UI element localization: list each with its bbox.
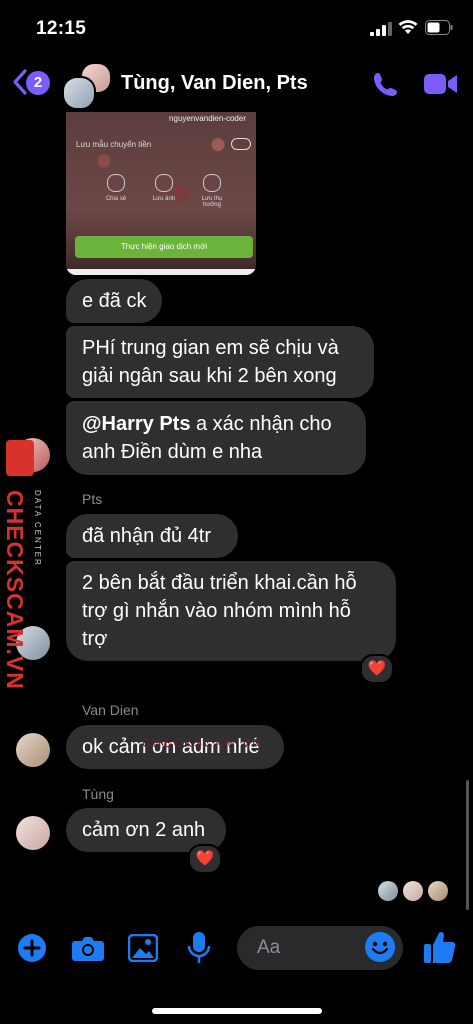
message-bubble[interactable]: e đã ck (66, 279, 163, 323)
phone-call-icon[interactable] (372, 70, 400, 98)
receipt-action-share: Chia sẻ (96, 174, 136, 202)
message-bubble[interactable]: 2 bên bắt đầu triển khai.cần hỗ trợ gì n… (66, 561, 396, 661)
chat-title[interactable]: Tùng, Van Dien, Pts (121, 72, 308, 95)
message-bubble[interactable]: đã nhận đủ 4tr (66, 514, 238, 558)
person-icon (203, 174, 221, 192)
heart-reaction[interactable]: ❤️ (188, 844, 222, 874)
heart-reaction[interactable]: ❤️ (360, 654, 394, 684)
thumbs-up-icon[interactable] (424, 930, 456, 964)
message-bubble[interactable]: @Harry Pts a xác nhận cho anh Điền dùm e… (66, 401, 366, 475)
chat-header: 2 Tùng, Van Dien, Pts (0, 58, 473, 110)
share-icon (107, 174, 125, 192)
wifi-icon (398, 20, 418, 34)
avatar[interactable] (16, 816, 50, 850)
cellular-signal-icon (370, 22, 392, 36)
receipt-action-save-image: Lưu ảnh (144, 174, 184, 202)
watermark-brand: CHECKSCAM.VN (2, 490, 28, 690)
camera-icon (155, 174, 173, 192)
message-bubble[interactable]: PHí trung gian em sẽ chịu và giải ngân s… (66, 326, 374, 398)
home-indicator[interactable] (152, 1008, 322, 1014)
sender-name: Tùng (82, 786, 114, 802)
microphone-icon[interactable] (187, 932, 211, 964)
group-avatar-member-2 (62, 76, 96, 110)
watermark-shield-icon (6, 440, 34, 476)
seen-avatar (403, 881, 423, 901)
gallery-icon[interactable] (128, 934, 158, 962)
group-avatar[interactable] (62, 62, 112, 110)
plus-icon[interactable] (18, 934, 46, 962)
message-text: e đã ck (82, 290, 147, 312)
receipt-new-transaction-button: Thực hiện giao dịch mới (75, 236, 253, 258)
message-text: cảm ơn 2 anh (82, 819, 206, 841)
mention-link[interactable]: @Harry Pts (82, 413, 190, 435)
message-text-line: anh Điền dùm e nha (82, 441, 263, 463)
message-text-line: giải ngân sau khi 2 bên xong (82, 365, 337, 387)
message-text-line: @Harry Pts a xác nhận cho (82, 410, 350, 438)
message-input[interactable]: Aa (237, 926, 403, 970)
message-text-line: PHí trung gian em sẽ chịu và (82, 337, 339, 359)
scrollbar[interactable] (466, 780, 469, 910)
receipt-bottom-bar (66, 269, 256, 275)
battery-icon (425, 20, 453, 35)
watermark-sub: DATA CENTER (33, 490, 42, 567)
avatar[interactable] (16, 733, 50, 767)
status-time: 12:15 (36, 18, 87, 39)
message-text-line: trợ gì nhắn vào nhóm mình hỗ (82, 600, 351, 622)
status-bar: 12:15 (0, 0, 473, 58)
seen-avatar (378, 881, 398, 901)
emoji-icon[interactable] (365, 932, 395, 962)
receipt-save-template-label: Lưu mẫu chuyển tiền (76, 140, 152, 149)
watermark-center: CHECKSCAM.VN (142, 736, 263, 750)
camera-icon[interactable] (72, 935, 104, 961)
video-call-icon[interactable] (424, 72, 458, 96)
sender-name: Van Dien (82, 702, 139, 718)
message-composer: Aa (0, 922, 473, 978)
receipt-toggle (231, 138, 251, 150)
message-text: a xác nhận cho (190, 413, 332, 435)
receipt-account-name: nguyenvandien-coder (169, 114, 246, 123)
receipt-action-save-payee: Lưu thụ hưởng (192, 174, 232, 208)
watermark-logo: CHECKSCAM.VN DATA CENTER (2, 440, 46, 690)
message-text-line: trợ (82, 628, 108, 650)
message-text: đã nhận đủ 4tr (82, 525, 211, 547)
message-input-placeholder: Aa (257, 937, 281, 958)
message-text-line: 2 bên bắt đầu triển khai.cần hỗ (82, 572, 357, 594)
shared-image-transfer-receipt[interactable]: nguyenvandien-coder Lưu mẫu chuyển tiền … (66, 112, 256, 275)
seen-avatar (428, 881, 448, 901)
sender-name: Pts (82, 491, 103, 507)
unread-count-badge[interactable]: 2 (26, 71, 50, 95)
